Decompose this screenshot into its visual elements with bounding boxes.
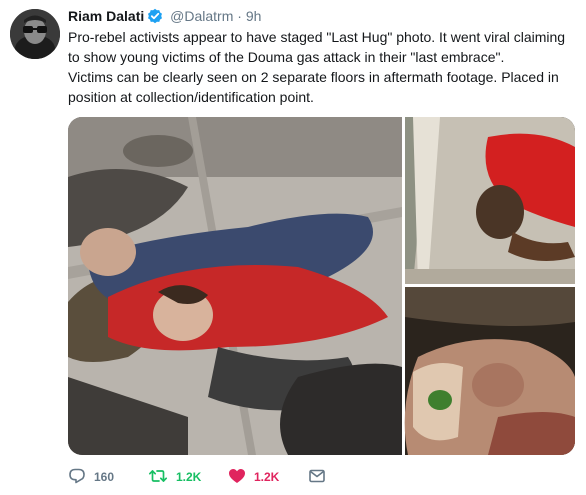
media-photo-main[interactable] bbox=[68, 117, 402, 455]
like-button[interactable]: 1.2K bbox=[228, 465, 279, 489]
media-photo-top-right[interactable] bbox=[405, 117, 575, 284]
media-grid bbox=[68, 117, 575, 455]
media-photo-bottom-right[interactable] bbox=[404, 287, 575, 455]
author-name[interactable]: Riam Dalati bbox=[68, 8, 144, 24]
like-count: 1.2K bbox=[254, 470, 280, 484]
reply-count: 160 bbox=[94, 470, 115, 484]
heart-icon bbox=[228, 467, 246, 488]
tweet-timestamp[interactable]: 9h bbox=[246, 8, 262, 24]
tweet-card: Riam Dalati @Dalatrm · 9h Pro-rebel acti… bbox=[0, 0, 586, 495]
direct-message-icon bbox=[308, 467, 326, 488]
tweet-actions: 160 1.2K 1.2K bbox=[68, 465, 488, 489]
retweet-icon bbox=[148, 467, 168, 488]
reply-button[interactable]: 160 bbox=[68, 465, 114, 489]
author-handle[interactable]: @Dalatrm bbox=[170, 8, 233, 24]
tweet-text-paragraph-1: Pro-rebel activists appear to have stage… bbox=[68, 29, 566, 65]
tweet-text-paragraph-2: Victims can be clearly seen on 2 separat… bbox=[68, 69, 559, 105]
direct-message-button[interactable] bbox=[308, 465, 326, 489]
avatar[interactable] bbox=[10, 9, 60, 59]
retweet-button[interactable]: 1.2K bbox=[148, 465, 201, 489]
tweet-header: Riam Dalati @Dalatrm · 9h bbox=[68, 7, 261, 28]
retweet-count: 1.2K bbox=[176, 470, 202, 484]
tweet-text: Pro-rebel activists appear to have stage… bbox=[68, 27, 573, 107]
reply-icon bbox=[68, 467, 86, 488]
separator-dot: · bbox=[237, 8, 242, 24]
verified-badge-icon bbox=[147, 8, 163, 28]
